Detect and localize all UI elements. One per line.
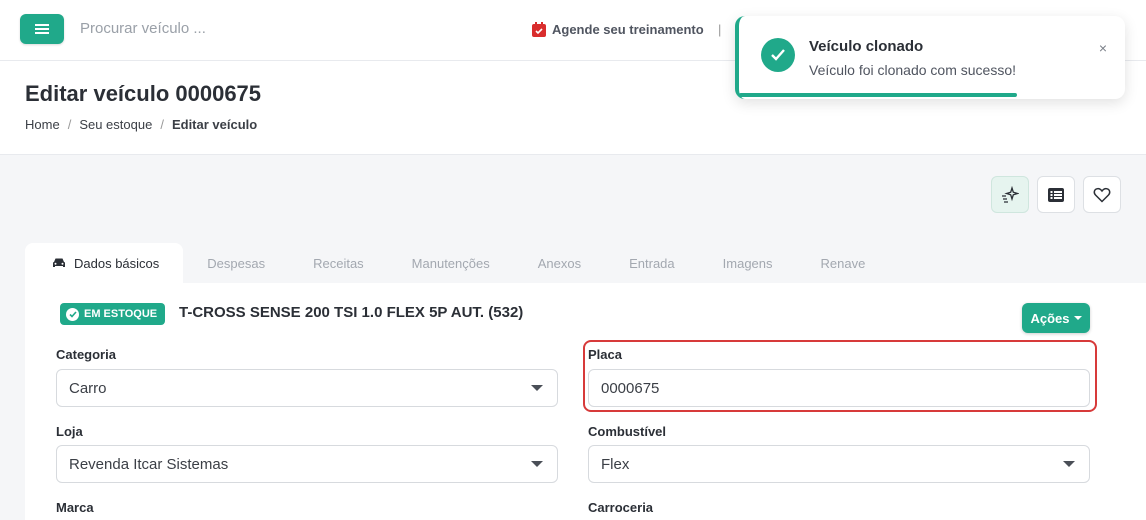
loja-select[interactable]: Revenda Itcar Sistemas [56,445,558,483]
basic-data-card: EM ESTOQUE T-CROSS SENSE 200 TSI 1.0 FLE… [25,283,1146,520]
menu-button[interactable] [20,14,64,44]
chevron-down-icon [531,385,543,391]
actions-label: Ações [1030,310,1070,326]
combustivel-select[interactable]: Flex [588,445,1090,483]
status-badge-label: EM ESTOQUE [84,308,158,320]
categoria-select[interactable]: Carro [56,369,558,407]
carroceria-label: Carroceria [588,500,654,515]
placa-label: Placa [588,347,622,362]
ai-assist-button[interactable] [991,176,1029,213]
actions-dropdown-button[interactable]: Ações [1022,303,1090,333]
close-icon[interactable]: × [1099,40,1107,56]
tab-imagens[interactable]: Imagens [699,243,797,283]
breadcrumb-separator: / [67,117,72,132]
sparkles-icon [1002,185,1019,203]
hamburger-icon [35,24,49,34]
car-icon [53,258,65,267]
heart-icon [1093,187,1111,203]
chevron-down-icon [1063,461,1075,467]
caret-down-icon [1073,316,1082,320]
toast-progress-bar [739,93,1017,97]
list-view-button[interactable] [1037,176,1075,213]
list-icon [1048,187,1064,202]
breadcrumb-separator: / [160,117,164,132]
calendar-icon [532,22,546,37]
tab-despesas[interactable]: Despesas [183,243,289,283]
schedule-training-link[interactable]: Agende seu treinamento [532,22,704,37]
status-badge: EM ESTOQUE [60,303,166,325]
vehicle-search-input[interactable] [80,20,380,37]
tab-receitas[interactable]: Receitas [289,243,388,283]
placa-value: 0000675 [601,379,660,397]
loja-value: Revenda Itcar Sistemas [69,455,229,473]
favorite-button[interactable] [1083,176,1121,213]
breadcrumb: Home / Seu estoque / Editar veículo [25,117,257,132]
separator: | [718,22,722,37]
breadcrumb-stock[interactable]: Seu estoque [79,117,152,132]
marca-label: Marca [56,500,94,515]
check-icon [66,307,79,321]
tab-entrada[interactable]: Entrada [605,243,699,283]
tab-bar: Dados básicos Despesas Receitas Manutenç… [25,243,889,283]
combustivel-value: Flex [601,455,630,473]
tab-anexos[interactable]: Anexos [514,243,605,283]
success-toast: Veículo clonado Veículo foi clonado com … [735,16,1125,99]
tab-manutencoes[interactable]: Manutenções [388,243,514,283]
toast-message: Veículo foi clonado com sucesso! [809,62,1017,78]
tab-dados-basicos[interactable]: Dados básicos [25,243,184,283]
page-title: Editar veículo 0000675 [25,81,262,106]
check-circle-icon [761,38,795,72]
tab-renave[interactable]: Renave [797,243,890,283]
vehicle-name: T-CROSS SENSE 200 TSI 1.0 FLEX 5P AUT. (… [179,304,524,321]
breadcrumb-home[interactable]: Home [25,117,60,132]
toast-title: Veículo clonado [809,38,924,55]
training-label: Agende seu treinamento [552,22,704,37]
combustivel-label: Combustível [588,424,667,439]
categoria-label: Categoria [56,347,116,362]
breadcrumb-current: Editar veículo [171,117,258,132]
chevron-down-icon [531,461,543,467]
categoria-value: Carro [69,379,107,397]
loja-label: Loja [56,424,83,439]
placa-input[interactable]: 0000675 [588,369,1090,407]
tab-label: Dados básicos [74,255,160,271]
